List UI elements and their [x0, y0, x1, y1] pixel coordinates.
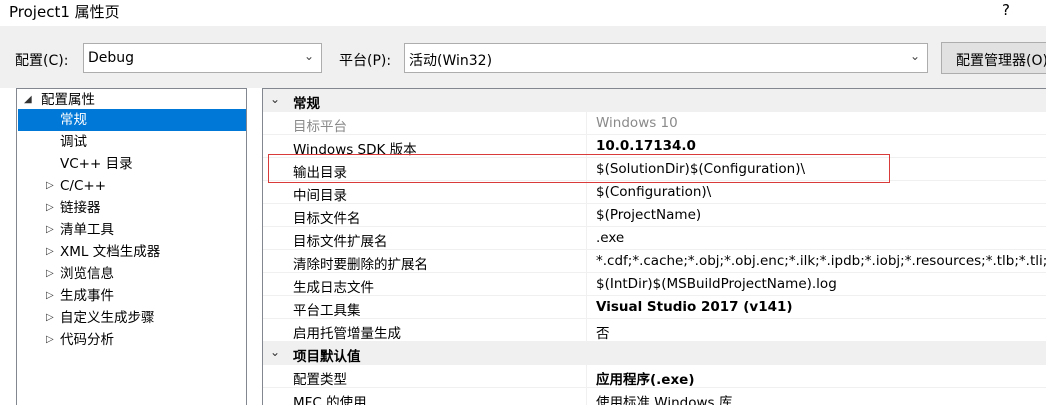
tree-item-manifest-tool[interactable]: ▷ 清单工具 — [17, 219, 246, 241]
tree-item-label: VC++ 目录 — [60, 156, 133, 172]
tree-item-custom-build-step[interactable]: ▷ 自定义生成步骤 — [17, 307, 246, 329]
property-name: 目标文件名 — [293, 211, 361, 227]
tree-item-vc-directories[interactable]: VC++ 目录 — [17, 153, 246, 175]
property-row-target-name[interactable]: 目标文件名 $(ProjectName) — [263, 204, 1046, 227]
property-row-target-platform[interactable]: 目标平台 Windows 10 — [263, 112, 1046, 135]
property-name: 目标文件扩展名 — [293, 234, 388, 250]
property-name: 启用托管增量生成 — [293, 326, 401, 342]
tree-root-label: 配置属性 — [41, 92, 95, 108]
category-project-defaults[interactable]: ⌄ 项目默认值 — [263, 342, 1046, 365]
property-value: 应用程序(.exe) — [596, 372, 695, 388]
collapsed-triangle-icon: ▷ — [46, 334, 54, 345]
property-row-intermediate-directory[interactable]: 中间目录 $(Configuration)\ — [263, 181, 1046, 204]
tree-root[interactable]: ◢ 配置属性 — [17, 89, 246, 111]
configuration-manager-label: 配置管理器(O)... — [956, 53, 1046, 69]
property-value: 使用标准 Windows 库 — [596, 395, 733, 405]
property-row-configuration-type[interactable]: 配置类型 应用程序(.exe) — [263, 365, 1046, 388]
property-value: .exe — [596, 230, 625, 246]
config-dropdown[interactable]: Debug ⌄ — [83, 43, 322, 73]
property-name: MFC 的使用 — [293, 395, 367, 405]
platform-label: 平台(P): — [339, 53, 392, 69]
chevron-down-icon: ⌄ — [270, 345, 281, 359]
property-value: Visual Studio 2017 (v141) — [596, 299, 793, 315]
tree-item-linker[interactable]: ▷ 链接器 — [17, 197, 246, 219]
property-value: $(ProjectName) — [596, 207, 702, 223]
property-value: 10.0.17134.0 — [596, 138, 696, 154]
property-name: 生成日志文件 — [293, 280, 374, 296]
property-tree: ◢ 配置属性 常规 调试 VC++ 目录 ▷ C/C++ ▷ 链接器 ▷ 清单工… — [16, 88, 247, 405]
collapsed-triangle-icon: ▷ — [46, 312, 54, 323]
category-title: 项目默认值 — [293, 349, 361, 365]
tree-item-label: 代码分析 — [60, 332, 114, 348]
tree-item-browse-info[interactable]: ▷ 浏览信息 — [17, 263, 246, 285]
expanded-triangle-icon: ◢ — [24, 94, 32, 105]
property-value: $(IntDir)$(MSBuildProjectName).log — [596, 276, 837, 292]
tree-item-general[interactable]: 常规 — [18, 109, 246, 131]
property-row-platform-toolset[interactable]: 平台工具集 Visual Studio 2017 (v141) — [263, 296, 1046, 319]
property-value: Windows 10 — [596, 115, 678, 131]
property-row-managed-incremental-build[interactable]: 启用托管增量生成 否 — [263, 319, 1046, 342]
window-title: Project1 属性页 — [9, 3, 120, 21]
configuration-bar: 配置(C): Debug ⌄ 平台(P): 活动(Win32) ⌄ 配置管理器(… — [0, 26, 1046, 88]
category-general[interactable]: ⌄ 常规 — [263, 89, 1046, 112]
collapsed-triangle-icon: ▷ — [46, 268, 54, 279]
tree-item-label: 常规 — [60, 112, 87, 128]
collapsed-triangle-icon: ▷ — [46, 246, 54, 257]
property-name: 清除时要删除的扩展名 — [293, 257, 428, 273]
tree-item-label: 链接器 — [60, 200, 101, 216]
tree-item-label: C/C++ — [60, 178, 107, 194]
property-value: $(Configuration)\ — [596, 184, 712, 200]
platform-dropdown[interactable]: 活动(Win32) ⌄ — [404, 43, 928, 73]
property-value: *.cdf;*.cache;*.obj;*.obj.enc;*.ilk;*.ip… — [596, 253, 1046, 269]
tree-item-code-analysis[interactable]: ▷ 代码分析 — [17, 329, 246, 351]
platform-value: 活动(Win32) — [409, 53, 493, 69]
property-row-build-log-file[interactable]: 生成日志文件 $(IntDir)$(MSBuildProjectName).lo… — [263, 273, 1046, 296]
tree-item-xml-doc-generator[interactable]: ▷ XML 文档生成器 — [17, 241, 246, 263]
property-name: 中间目录 — [293, 188, 347, 204]
tree-item-build-events[interactable]: ▷ 生成事件 — [17, 285, 246, 307]
tree-item-label: 自定义生成步骤 — [60, 310, 155, 326]
chevron-down-icon: ⌄ — [270, 92, 281, 106]
property-name: 配置类型 — [293, 372, 347, 388]
config-value: Debug — [88, 50, 135, 66]
config-label: 配置(C): — [15, 53, 69, 69]
configuration-manager-button[interactable]: 配置管理器(O)... — [941, 42, 1046, 74]
tree-item-label: 调试 — [60, 134, 87, 150]
tree-item-label: 清单工具 — [60, 222, 114, 238]
property-name: 目标平台 — [293, 119, 347, 135]
title-bar: Project1 属性页 ? — [0, 0, 1046, 26]
category-title: 常规 — [293, 96, 320, 112]
tree-item-debugging[interactable]: 调试 — [17, 131, 246, 153]
property-grid: ⌄ 常规 目标平台 Windows 10 Windows SDK 版本 10.0… — [262, 88, 1046, 405]
property-row-target-extension[interactable]: 目标文件扩展名 .exe — [263, 227, 1046, 250]
collapsed-triangle-icon: ▷ — [46, 224, 54, 235]
tree-item-label: XML 文档生成器 — [60, 244, 161, 260]
tree-item-cpp[interactable]: ▷ C/C++ — [17, 175, 246, 197]
tree-item-label: 生成事件 — [60, 288, 114, 304]
chevron-down-icon: ⌄ — [303, 49, 314, 63]
property-row-clean-extensions[interactable]: 清除时要删除的扩展名 *.cdf;*.cache;*.obj;*.obj.enc… — [263, 250, 1046, 273]
chevron-down-icon: ⌄ — [909, 49, 920, 63]
collapsed-triangle-icon: ▷ — [46, 290, 54, 301]
highlight-box — [268, 154, 890, 183]
help-button[interactable]: ? — [1002, 1, 1010, 19]
collapsed-triangle-icon: ▷ — [46, 202, 54, 213]
property-name: 平台工具集 — [293, 303, 361, 319]
tree-item-label: 浏览信息 — [60, 266, 114, 282]
property-row-use-of-mfc[interactable]: MFC 的使用 使用标准 Windows 库 — [263, 388, 1046, 405]
property-value: 否 — [596, 326, 610, 342]
collapsed-triangle-icon: ▷ — [46, 180, 54, 191]
